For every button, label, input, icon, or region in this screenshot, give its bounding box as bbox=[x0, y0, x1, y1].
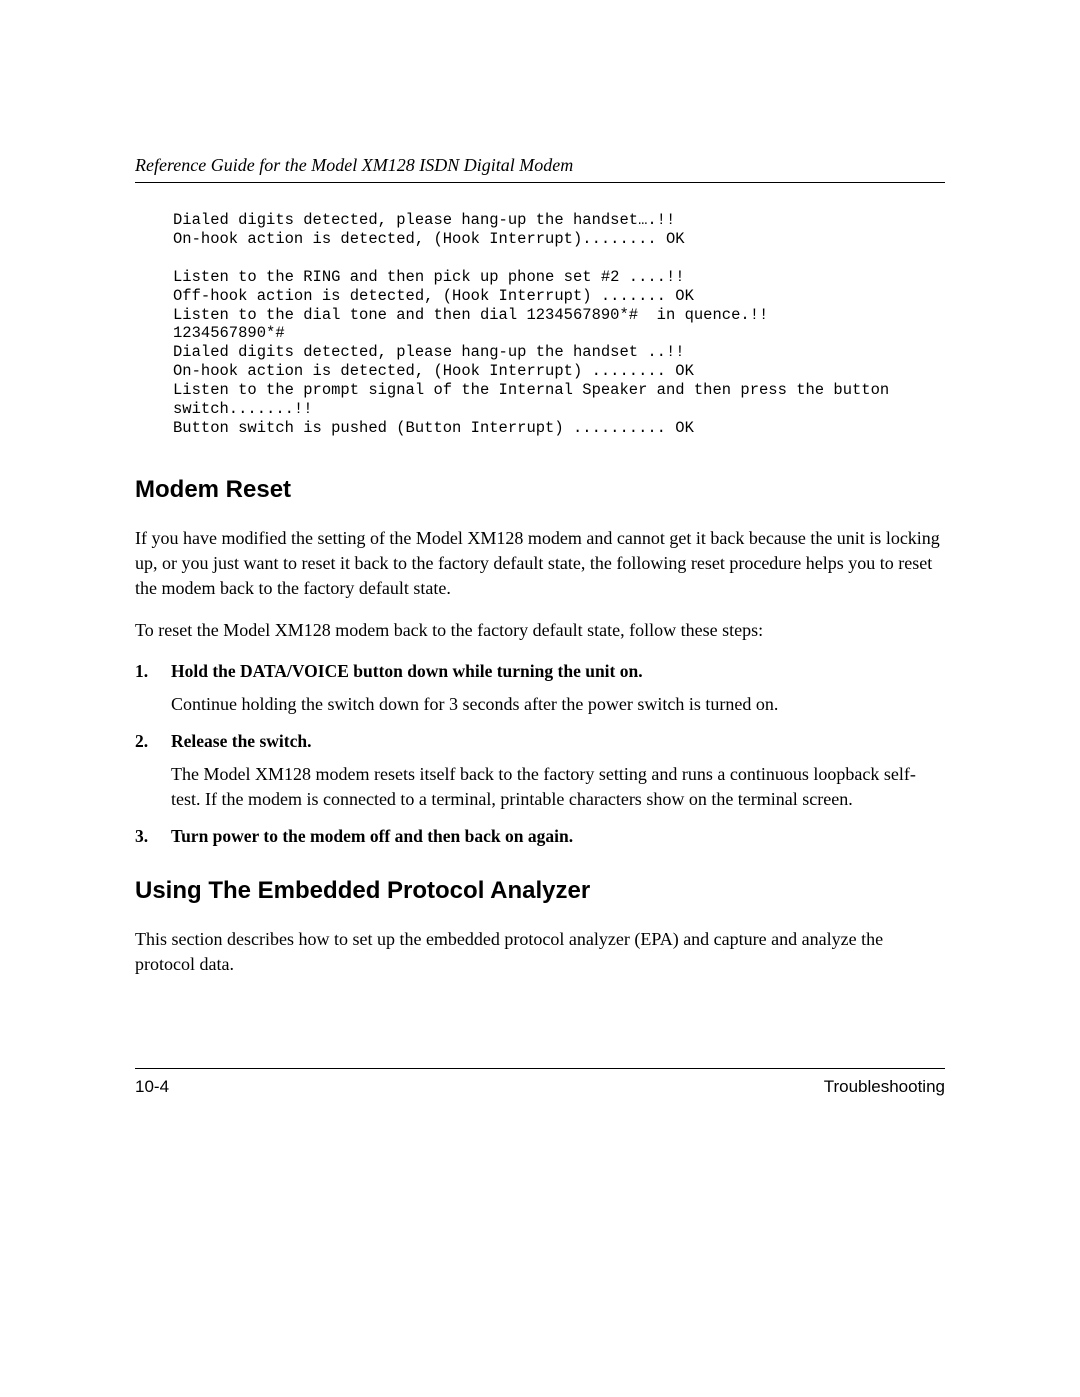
section-heading-modem-reset: Modem Reset bbox=[135, 476, 945, 504]
step-title: Turn power to the modem off and then bac… bbox=[171, 826, 945, 847]
body-paragraph: If you have modified the setting of the … bbox=[135, 526, 945, 600]
step-title: Hold the DATA/VOICE button down while tu… bbox=[171, 661, 945, 682]
page-content: Reference Guide for the Model XM128 ISDN… bbox=[0, 0, 1080, 976]
section-heading-protocol-analyzer: Using The Embedded Protocol Analyzer bbox=[135, 877, 945, 905]
document-header: Reference Guide for the Model XM128 ISDN… bbox=[135, 155, 945, 183]
steps-list: Hold the DATA/VOICE button down while tu… bbox=[135, 661, 945, 846]
step-detail: Continue holding the switch down for 3 s… bbox=[171, 692, 945, 717]
step-detail: The Model XM128 modem resets itself back… bbox=[171, 762, 945, 812]
body-paragraph: This section describes how to set up the… bbox=[135, 927, 945, 977]
terminal-output-block: Dialed digits detected, please hang-up t… bbox=[173, 211, 945, 438]
body-paragraph: To reset the Model XM128 modem back to t… bbox=[135, 618, 945, 643]
footer-section-name: Troubleshooting bbox=[824, 1077, 945, 1097]
page-footer: 10-4 Troubleshooting bbox=[135, 1068, 945, 1097]
list-item: Turn power to the modem off and then bac… bbox=[135, 826, 945, 847]
list-item: Release the switch. The Model XM128 mode… bbox=[135, 731, 945, 812]
page-number: 10-4 bbox=[135, 1077, 169, 1097]
list-item: Hold the DATA/VOICE button down while tu… bbox=[135, 661, 945, 717]
step-title: Release the switch. bbox=[171, 731, 945, 752]
